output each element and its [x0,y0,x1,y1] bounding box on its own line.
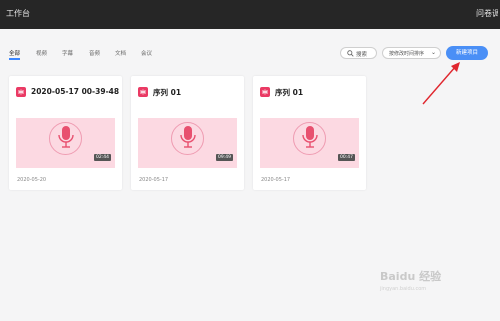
project-date: 2020-05-20 [17,177,47,183]
duration-badge: 09:49 [216,154,233,161]
survey-link[interactable]: 问卷调查 [476,8,498,19]
sort-label: 按修改时间排序 [389,51,425,57]
watermark: Baidu 经验 jingyan.baidu.com [380,268,441,292]
tab-subtitle[interactable]: 字幕 [62,49,73,57]
tab-video[interactable]: 视频 [36,49,47,57]
microphone-icon [180,126,196,148]
duration-badge: 00:47 [338,154,355,161]
microphone-icon [58,126,74,148]
tab-all[interactable]: 全部 [9,49,21,60]
search-button[interactable]: 搜索 [340,47,377,59]
watermark-text: Baidu 经验 [380,270,442,283]
watermark-subtext: jingyan.baidu.com [380,286,427,292]
project-date: 2020-05-17 [139,177,169,183]
tab-audio[interactable]: 音频 [89,49,100,57]
microphone-icon [302,126,318,148]
tab-meeting[interactable]: 会议 [141,49,152,57]
search-label: 搜索 [356,52,368,58]
project-thumbnail: 00:47 [260,118,359,168]
project-card[interactable]: 2020-05-17 00-39-48 02:44 2020-05-20 [9,76,122,190]
tab-document[interactable]: 文档 [115,49,126,57]
project-card[interactable]: 序列 01 09:49 2020-05-17 [131,76,244,190]
duration-badge: 02:44 [94,154,111,161]
waveform-icon [138,87,148,97]
project-title: 2020-05-17 00-39-48 [31,87,120,96]
waveform-icon [16,87,26,97]
waveform-icon [260,87,270,97]
search-icon [347,50,354,59]
project-card[interactable]: 序列 01 00:47 2020-05-17 [253,76,366,190]
project-thumbnail: 02:44 [16,118,115,168]
project-title: 序列 01 [275,88,304,97]
new-project-button[interactable]: 新建项目 [446,46,488,60]
sort-dropdown[interactable]: 按修改时间排序 ⌄ [382,47,441,59]
app-title: 工作台 [6,9,30,18]
top-bar: 工作台 问卷调查 [0,0,500,29]
chevron-down-icon: ⌄ [430,49,436,56]
project-date: 2020-05-17 [261,177,291,183]
annotation-arrow-icon [422,62,460,105]
project-thumbnail: 09:49 [138,118,237,168]
project-title: 序列 01 [153,88,182,97]
